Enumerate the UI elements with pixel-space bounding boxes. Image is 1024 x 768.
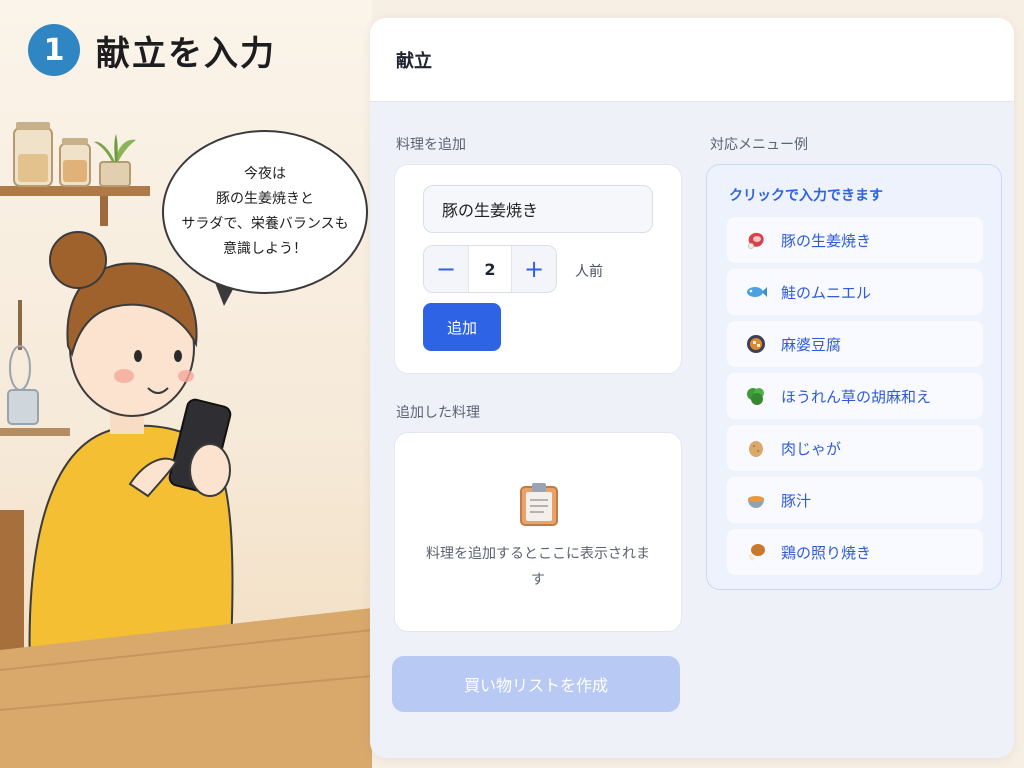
plus-icon: + <box>523 255 545 283</box>
menu-examples-panel: クリックで入力できます 豚の生姜焼き 鮭のムニエル 麻婆豆腐 ほうれん草の胡麻和… <box>706 164 1002 590</box>
clipboard-icon <box>520 483 558 526</box>
menu-item-label: 麻婆豆腐 <box>781 335 842 354</box>
menu-example-item[interactable]: 豚の生姜焼き <box>727 217 983 263</box>
empty-state-message: 料理を追加するとここに表示されます <box>426 546 650 588</box>
step-number-badge: 1 <box>28 24 80 76</box>
menu-example-item[interactable]: ほうれん草の胡麻和え <box>727 373 983 419</box>
menu-examples-hint: クリックで入力できます <box>729 188 883 204</box>
menu-item-label: 鶏の照り焼き <box>781 543 872 562</box>
added-dishes-card: 料理を追加するとここに表示されます <box>394 432 682 632</box>
servings-stepper: − 2 + <box>423 245 557 293</box>
create-shopping-list-button[interactable]: 買い物リストを作成 <box>392 656 680 712</box>
menu-item-label: 肉じゃが <box>781 439 842 458</box>
menu-item-label: 鮭のムニエル <box>781 283 872 302</box>
jar-icon <box>13 122 53 187</box>
increment-button[interactable]: + <box>512 246 556 292</box>
meat-icon <box>745 229 767 251</box>
canister-icon <box>7 389 39 425</box>
menu-item-label: 豚の生姜焼き <box>781 231 872 250</box>
menu-app-window: 献立 料理を追加 − 2 + 人前 追加 追加した料理 料理を追加するとここに表… <box>370 18 1014 758</box>
minus-icon: − <box>435 255 457 283</box>
menu-example-item[interactable]: 肉じゃが <box>727 425 983 471</box>
add-dish-card: − 2 + 人前 追加 <box>394 164 682 374</box>
servings-unit-label: 人前 <box>575 264 603 280</box>
added-dishes-section-label: 追加した料理 <box>396 405 480 421</box>
chicken-leg-icon <box>745 541 767 563</box>
step-header: 1 献立を入力 <box>28 24 276 76</box>
plant-pot-icon <box>94 134 136 187</box>
illustration-panel: 1 献立を入力 今夜は 豚の生姜焼きと サラダで、栄養バランスも 意識しよう！ <box>0 0 372 768</box>
decrement-button[interactable]: − <box>424 246 468 292</box>
servings-value: 2 <box>468 246 512 292</box>
fish-icon <box>745 281 767 303</box>
app-header: 献立 <box>370 18 1014 102</box>
menu-example-item[interactable]: 豚汁 <box>727 477 983 523</box>
menu-item-label: 豚汁 <box>781 491 812 510</box>
add-dish-section-label: 料理を追加 <box>396 137 466 153</box>
step-title: 献立を入力 <box>96 33 276 74</box>
speech-bubble-text: 今夜は 豚の生姜焼きと サラダで、栄養バランスも 意識しよう！ <box>181 166 349 257</box>
dish-name-input[interactable] <box>423 185 653 233</box>
mapo-bowl-icon <box>745 333 767 355</box>
menu-examples-section-label: 対応メニュー例 <box>710 137 808 153</box>
app-title: 献立 <box>396 50 432 72</box>
menu-example-item[interactable]: 鮭のムニエル <box>727 269 983 315</box>
menu-example-item[interactable]: 麻婆豆腐 <box>727 321 983 367</box>
whisk-icon <box>9 300 31 391</box>
jar-icon <box>59 138 91 187</box>
kitchen-shelf <box>0 186 150 196</box>
menu-item-label: ほうれん草の胡麻和え <box>781 387 932 406</box>
menu-example-item[interactable]: 鶏の照り焼き <box>727 529 983 575</box>
potato-icon <box>745 437 767 459</box>
soup-bowl-icon <box>745 489 767 511</box>
add-dish-button[interactable]: 追加 <box>423 303 501 351</box>
spinach-icon <box>745 385 767 407</box>
speech-bubble: 今夜は 豚の生姜焼きと サラダで、栄養バランスも 意識しよう！ <box>162 130 368 294</box>
hair-bun <box>49 231 107 289</box>
